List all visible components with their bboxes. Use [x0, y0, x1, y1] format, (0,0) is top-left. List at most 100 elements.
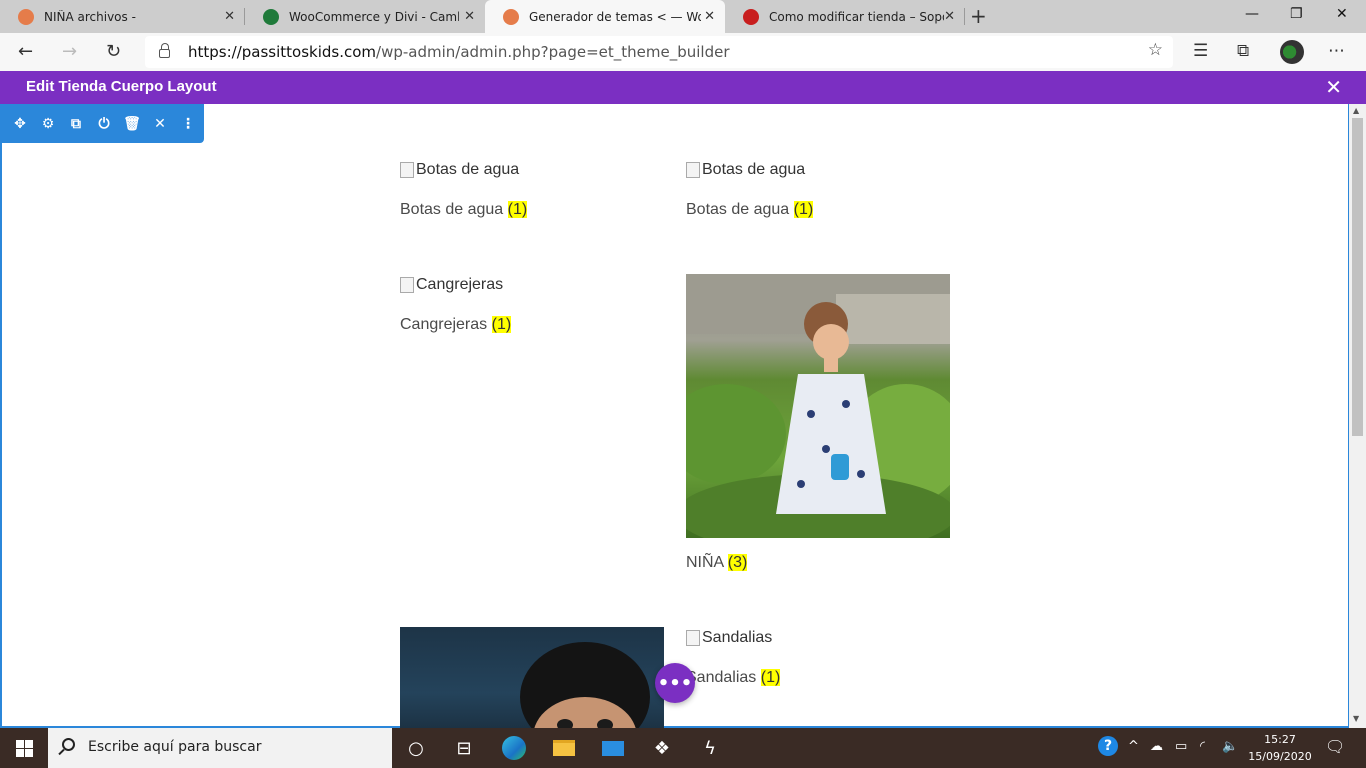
category-image-nina[interactable] [686, 274, 950, 538]
category-link[interactable]: NIÑA (3) [686, 554, 748, 572]
start-button[interactable] [0, 728, 48, 768]
category-name: NIÑA [686, 554, 724, 571]
builder-canvas [0, 104, 1350, 728]
tab-title: NIÑA archivos - [44, 9, 136, 24]
taskbar-search[interactable]: Escribe aquí para buscar [48, 728, 392, 768]
url-path: /wp-admin/admin.php?page=et_theme_builde… [376, 43, 730, 61]
restore-icon[interactable]: ❐ [1290, 6, 1303, 22]
windows-taskbar: Escribe aquí para buscar ○ ⊟ ❖ ϟ ? ^ ☁ ▭… [0, 728, 1366, 768]
scroll-down-icon[interactable]: ▼ [1353, 714, 1359, 723]
image-alt-text: Botas de agua [416, 161, 520, 178]
category-image-broken[interactable]: Botas de agua [400, 161, 519, 179]
tab-close-icon[interactable]: ✕ [224, 9, 235, 24]
new-tab-icon[interactable]: + [970, 4, 987, 28]
category-link[interactable]: Sandalias (1) [686, 669, 781, 687]
trash-icon[interactable]: 🗑 [122, 114, 142, 134]
windows-logo-icon [15, 739, 33, 757]
image-alt-text: Sandalias [702, 629, 773, 646]
mail-icon[interactable] [589, 728, 637, 768]
edge-app-icon[interactable] [490, 728, 538, 768]
builder-settings-fab[interactable]: ••• [655, 663, 695, 703]
category-name: Botas de agua [686, 201, 790, 218]
broken-image-icon [400, 162, 414, 178]
boy-photo-illustration [520, 642, 650, 737]
layout-title: Edit Tienda Cuerpo Layout [26, 78, 217, 95]
lock-icon [159, 43, 170, 58]
tab-title: Como modificar tienda – Soporte [769, 9, 944, 24]
category-image-nino[interactable] [400, 627, 664, 737]
category-count: (1) [760, 669, 781, 686]
wifi-icon[interactable]: ◜ [1200, 739, 1205, 754]
search-placeholder: Escribe aquí para buscar [88, 739, 262, 755]
settings-icon[interactable]: ⚙ [38, 114, 58, 134]
tab-favicon-icon [503, 8, 519, 25]
broken-image-icon [400, 277, 414, 293]
browser-toolbar: ← → ↻ https://passittoskids.com/wp-admin… [0, 33, 1366, 71]
chevron-up-icon[interactable]: ^ [1128, 739, 1139, 754]
category-image-broken[interactable]: Botas de agua [686, 161, 805, 179]
tab-title: Generador de temas < — WordP [529, 9, 701, 24]
system-clock[interactable]: 15:27 15/09/2020 [1248, 731, 1312, 765]
collections-icon[interactable]: ⧉ [1237, 41, 1249, 61]
category-name: Botas de agua [400, 201, 504, 218]
scroll-thumb[interactable] [1352, 118, 1363, 436]
category-link[interactable]: Cangrejeras (1) [400, 316, 512, 334]
profile-avatar[interactable] [1280, 40, 1304, 64]
battery-icon[interactable]: ▭ [1175, 739, 1187, 754]
tab-como-modificar[interactable]: Como modificar tienda – Soporte ✕ [725, 0, 965, 33]
close-icon[interactable]: ✕ [150, 114, 170, 134]
task-view-icon[interactable]: ⊟ [440, 728, 488, 768]
app-s-icon[interactable]: ϟ [686, 728, 734, 768]
file-explorer-icon[interactable] [540, 728, 588, 768]
category-count: (3) [727, 554, 748, 571]
category-count: (1) [507, 201, 528, 218]
image-alt-text: Botas de agua [702, 161, 806, 178]
address-bar[interactable]: https://passittoskids.com/wp-admin/admin… [145, 36, 1173, 68]
browser-tab-strip: NIÑA archivos - ✕ WooCommerce y Divi - C… [0, 0, 1366, 33]
category-image-broken[interactable]: Sandalias [686, 629, 772, 647]
back-icon[interactable]: ← [18, 41, 33, 62]
category-name: Cangrejeras [400, 316, 488, 333]
tab-close-icon[interactable]: ✕ [704, 9, 715, 24]
settings-more-icon[interactable]: ⋯ [1328, 41, 1345, 61]
broken-image-icon [686, 162, 700, 178]
category-link[interactable]: Botas de agua (1) [400, 201, 528, 219]
tab-favicon-icon [18, 8, 34, 25]
window-close-icon[interactable]: ✕ [1336, 6, 1348, 22]
url-host: https://passittoskids.com [188, 43, 377, 61]
url-text: https://passittoskids.com/wp-admin/admin… [188, 43, 730, 61]
cortana-icon[interactable]: ○ [392, 728, 440, 768]
close-builder-icon[interactable]: ✕ [1325, 75, 1342, 99]
girl-photo-illustration [686, 274, 950, 538]
category-count: (1) [793, 201, 814, 218]
dropbox-icon[interactable]: ❖ [638, 728, 686, 768]
forward-icon[interactable]: → [62, 41, 77, 62]
duplicate-icon[interactable]: ⧉ [66, 114, 86, 134]
favorites-icon[interactable]: ☰ [1193, 41, 1208, 61]
tab-close-icon[interactable]: ✕ [464, 9, 475, 24]
tab-title: WooCommerce y Divi - Cambiar [289, 9, 459, 24]
volume-icon[interactable]: 🔈 [1222, 739, 1238, 754]
refresh-icon[interactable]: ↻ [106, 41, 121, 62]
help-icon[interactable]: ? [1098, 736, 1118, 756]
notifications-icon[interactable]: 🗨 [1325, 737, 1345, 756]
favorite-star-icon[interactable]: ☆ [1148, 40, 1163, 60]
category-link[interactable]: Botas de agua (1) [686, 201, 814, 219]
tab-woocommerce-divi[interactable]: WooCommerce y Divi - Cambiar ✕ [245, 0, 485, 33]
minimize-icon[interactable]: — [1245, 6, 1259, 22]
power-icon[interactable]: ⏻ [94, 114, 114, 134]
broken-image-icon [686, 630, 700, 646]
move-icon[interactable]: ✥ [10, 114, 30, 134]
scroll-up-icon[interactable]: ▲ [1353, 106, 1359, 115]
clock-date: 15/09/2020 [1248, 750, 1312, 763]
tab-generador-temas[interactable]: Generador de temas < — WordP ✕ [485, 0, 725, 33]
more-icon[interactable]: ⋮ [178, 114, 198, 134]
search-icon [62, 738, 75, 751]
vertical-scrollbar[interactable]: ▲ ▼ [1349, 104, 1366, 728]
onedrive-icon[interactable]: ☁ [1150, 739, 1163, 754]
tab-close-icon[interactable]: ✕ [944, 9, 955, 24]
category-count: (1) [491, 316, 512, 333]
category-image-broken[interactable]: Cangrejeras [400, 276, 503, 294]
module-toolbar: ✥ ⚙ ⧉ ⏻ 🗑 ✕ ⋮ [0, 104, 204, 143]
tab-nina-archivos[interactable]: NIÑA archivos - ✕ [0, 0, 245, 33]
